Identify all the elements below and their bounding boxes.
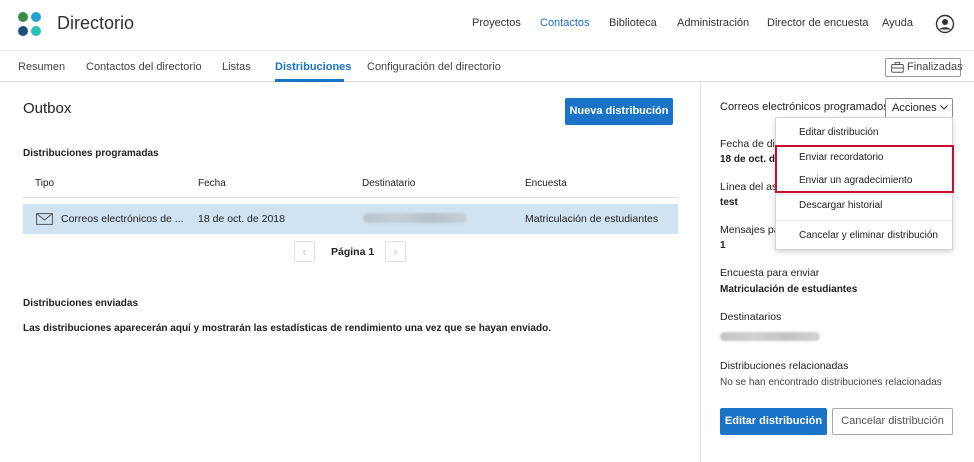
tab-contactos-del-directorio[interactable]: Contactos del directorio	[86, 61, 202, 73]
row-type: Correos electrónicos de ...	[61, 213, 184, 225]
field-value-relacionadas: No se han encontrado distribuciones rela…	[720, 377, 942, 388]
nav-ayuda[interactable]: Ayuda	[882, 17, 913, 29]
new-distribution-button[interactable]: Nueva distribución	[565, 98, 673, 125]
menu-item-cancel-delete[interactable]: Cancelar y eliminar distribución	[799, 230, 938, 241]
tab-listas[interactable]: Listas	[222, 61, 251, 73]
scheduled-distributions-label: Distribuciones programadas	[23, 148, 159, 159]
field-label-fecha: Fecha de dist	[720, 138, 784, 150]
column-header-fecha[interactable]: Fecha	[198, 178, 226, 189]
field-label-mensajes: Mensajes par	[720, 224, 784, 236]
finalizadas-button[interactable]: Finalizadas	[885, 58, 963, 77]
column-header-tipo[interactable]: Tipo	[35, 178, 54, 189]
tab-resumen[interactable]: Resumen	[18, 61, 65, 73]
outbox-title: Outbox	[23, 100, 72, 117]
nav-proyectos[interactable]: Proyectos	[472, 17, 521, 29]
nav-contactos[interactable]: Contactos	[540, 17, 590, 29]
user-account-icon[interactable]	[935, 14, 955, 34]
finalizadas-label: Finalizadas	[907, 61, 963, 73]
field-value-fecha: 18 de oct. de	[720, 154, 781, 165]
tab-distribuciones[interactable]: Distribuciones	[275, 61, 351, 73]
active-tab-indicator	[275, 79, 344, 82]
next-page-button[interactable]: ›	[385, 241, 406, 262]
blurred-recipients-value	[720, 332, 820, 341]
field-label-encuesta: Encuesta para enviar	[720, 267, 820, 279]
table-row[interactable]: Correos electrónicos de ... 18 de oct. d…	[23, 204, 678, 234]
side-panel-title: Correos electrónicos programados	[720, 101, 889, 113]
actions-label: Acciones	[892, 102, 937, 114]
cancel-distribution-button[interactable]: Cancelar distribución	[832, 408, 953, 435]
field-value-mensajes: 1	[720, 240, 726, 251]
envelope-icon	[36, 213, 53, 225]
directory-tabs: Resumen Contactos del directorio Listas …	[0, 50, 974, 82]
nav-biblioteca[interactable]: Biblioteca	[609, 17, 657, 29]
sent-empty-message: Las distribuciones aparecerán aquí y mos…	[23, 323, 551, 334]
row-date: 18 de oct. de 2018	[198, 213, 285, 225]
menu-item-edit[interactable]: Editar distribución	[799, 127, 878, 138]
field-label-asunto: Línea del asu	[720, 181, 784, 193]
row-survey: Matriculación de estudiantes	[525, 213, 659, 225]
menu-item-download-history[interactable]: Descargar historial	[799, 200, 882, 211]
tab-configuracion-del-directorio[interactable]: Configuración del directorio	[367, 61, 501, 73]
edit-distribution-button[interactable]: Editar distribución	[720, 408, 827, 435]
field-label-destinatarios: Destinatarios	[720, 311, 782, 323]
chevron-down-icon	[940, 105, 948, 110]
menu-divider	[776, 194, 952, 195]
nav-administracion[interactable]: Administración	[677, 17, 749, 29]
app-logo-icon[interactable]	[18, 12, 42, 38]
field-value-encuesta: Matriculación de estudiantes	[720, 284, 858, 295]
page-indicator: Página 1	[331, 246, 375, 258]
table-header-divider	[23, 197, 678, 198]
field-label-relacionadas: Distribuciones relacionadas	[720, 360, 849, 372]
column-header-destinatario[interactable]: Destinatario	[362, 178, 415, 189]
column-header-encuesta[interactable]: Encuesta	[525, 178, 567, 189]
briefcase-icon	[891, 62, 904, 73]
top-navbar: Directorio Proyectos Contactos Bibliotec…	[0, 0, 974, 50]
actions-dropdown[interactable]: Acciones	[885, 98, 953, 118]
app-title: Directorio	[57, 13, 135, 33]
sent-distributions-label: Distribuciones enviadas	[23, 298, 139, 309]
menu-divider	[776, 220, 952, 221]
prev-page-button[interactable]: ‹	[294, 241, 315, 262]
nav-director-de-encuesta[interactable]: Director de encuesta	[767, 17, 869, 29]
blurred-recipient	[363, 213, 467, 223]
highlight-annotation-box	[775, 145, 954, 193]
field-value-asunto: test	[720, 197, 738, 208]
